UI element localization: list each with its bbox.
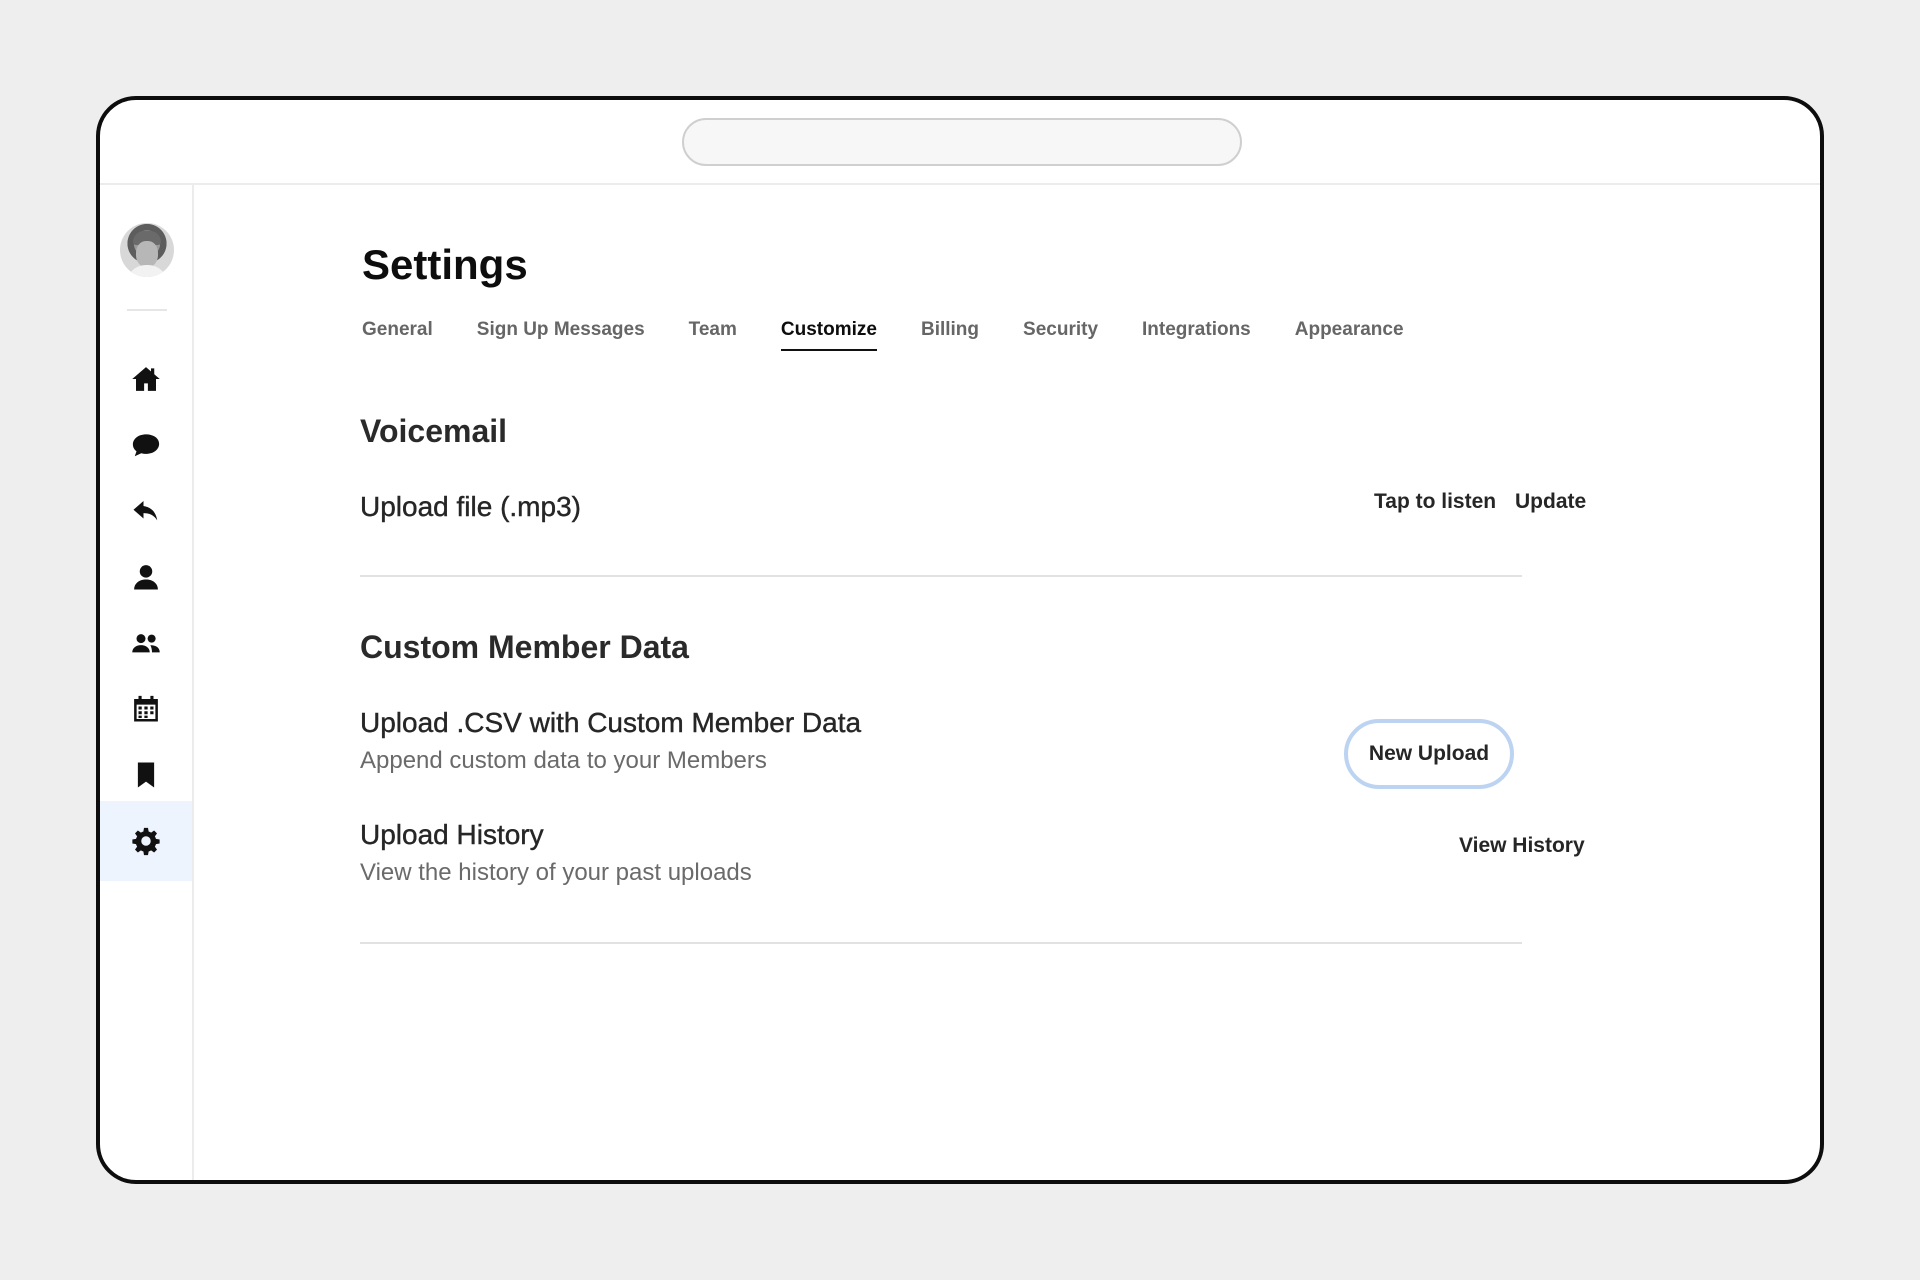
app-window: Settings General Sign Up Messages Team C… — [96, 96, 1824, 1184]
tab-general[interactable]: General — [362, 319, 433, 351]
main-content: Settings General Sign Up Messages Team C… — [194, 185, 1820, 1180]
page-title: Settings — [362, 241, 528, 288]
upload-csv-subtitle: Append custom data to your Members — [360, 747, 767, 774]
voicemail-upload-label: Upload file (.mp3) — [360, 491, 581, 522]
settings-tabs: General Sign Up Messages Team Customize … — [362, 319, 1404, 351]
address-bar[interactable] — [682, 118, 1242, 166]
top-bar — [100, 100, 1820, 185]
tab-integrations[interactable]: Integrations — [1142, 319, 1251, 351]
upload-history-title: Upload History — [360, 819, 544, 850]
tab-security[interactable]: Security — [1023, 319, 1098, 351]
home-icon — [132, 367, 160, 391]
upload-history-subtitle: View the history of your past uploads — [360, 859, 752, 886]
chat-bubble-icon — [132, 434, 160, 457]
sidebar-item-settings[interactable] — [100, 801, 192, 881]
custom-member-data-divider — [360, 942, 1522, 944]
tab-billing[interactable]: Billing — [921, 319, 979, 351]
tap-to-listen-button[interactable]: Tap to listen — [1374, 490, 1496, 514]
update-button[interactable]: Update — [1515, 490, 1586, 514]
tab-team[interactable]: Team — [689, 319, 737, 351]
sidebar — [100, 185, 194, 1180]
bookmark-icon — [137, 762, 155, 788]
voicemail-divider — [360, 575, 1522, 577]
person-icon — [134, 565, 158, 590]
new-upload-button[interactable]: New Upload — [1344, 719, 1514, 789]
sidebar-divider — [127, 309, 167, 311]
reply-icon — [133, 501, 158, 521]
tab-sign-up-messages[interactable]: Sign Up Messages — [477, 319, 645, 351]
upload-csv-title: Upload .CSV with Custom Member Data — [360, 707, 862, 738]
view-history-button[interactable]: View History — [1459, 834, 1585, 858]
calendar-icon — [134, 695, 158, 722]
custom-member-data-section-title: Custom Member Data — [360, 629, 689, 665]
avatar[interactable] — [120, 223, 174, 277]
tab-appearance[interactable]: Appearance — [1295, 319, 1404, 351]
voicemail-section-title: Voicemail — [360, 413, 508, 449]
gear-icon — [132, 827, 160, 856]
group-icon — [132, 634, 160, 653]
avatar-face — [136, 241, 158, 267]
avatar-shirt — [126, 265, 168, 277]
tab-customize[interactable]: Customize — [780, 319, 878, 351]
